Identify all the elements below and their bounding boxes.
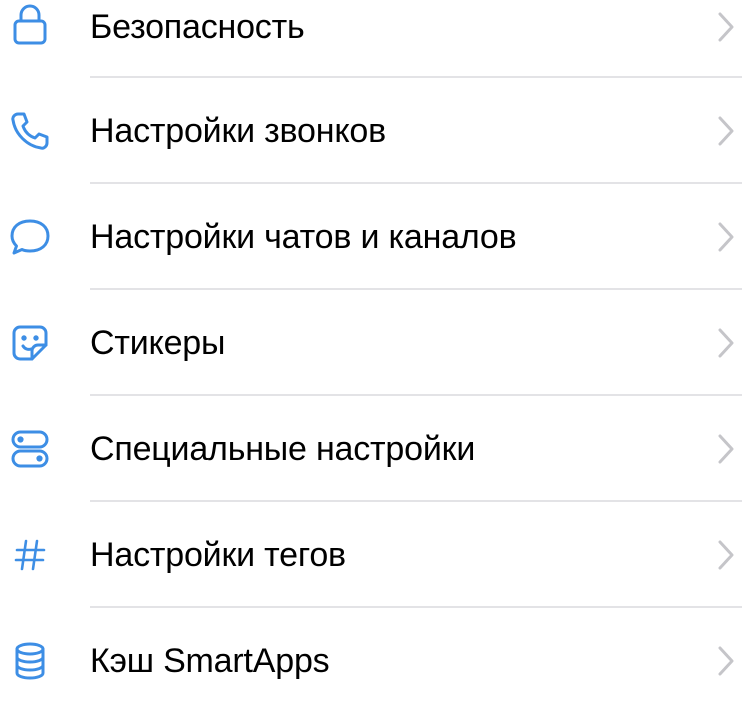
chat-bubble-icon — [8, 215, 52, 259]
settings-item-label: Настройки чатов и каналов — [90, 218, 517, 256]
chevron-right-icon — [718, 116, 734, 146]
sticker-icon — [8, 321, 52, 365]
settings-item-tags[interactable]: Настройки тегов — [0, 502, 742, 608]
chevron-right-icon — [718, 646, 734, 676]
settings-item-security[interactable]: Безопасность — [0, 0, 742, 78]
settings-item-special[interactable]: Специальные настройки — [0, 396, 742, 502]
settings-item-stickers[interactable]: Стикеры — [0, 290, 742, 396]
phone-icon — [8, 109, 52, 153]
settings-item-label: Стикеры — [90, 324, 226, 362]
chevron-right-icon — [718, 434, 734, 464]
database-icon — [8, 639, 52, 683]
lock-icon — [8, 3, 52, 47]
chevron-right-icon — [718, 540, 734, 570]
settings-item-label: Настройки тегов — [90, 536, 346, 574]
settings-item-calls[interactable]: Настройки звонков — [0, 78, 742, 184]
chevron-right-icon — [718, 222, 734, 252]
settings-list: Безопасность Настройки звонков Настройки… — [0, 0, 742, 714]
settings-item-chats-channels[interactable]: Настройки чатов и каналов — [0, 184, 742, 290]
toggles-icon — [8, 427, 52, 471]
settings-item-label: Безопасность — [90, 8, 305, 46]
settings-item-label: Настройки звонков — [90, 112, 386, 150]
settings-item-label: Кэш SmartApps — [90, 642, 330, 680]
settings-item-smartapps-cache[interactable]: Кэш SmartApps — [0, 608, 742, 714]
hashtag-icon — [8, 533, 52, 577]
settings-item-label: Специальные настройки — [90, 430, 476, 468]
chevron-right-icon — [718, 328, 734, 358]
chevron-right-icon — [718, 12, 734, 42]
